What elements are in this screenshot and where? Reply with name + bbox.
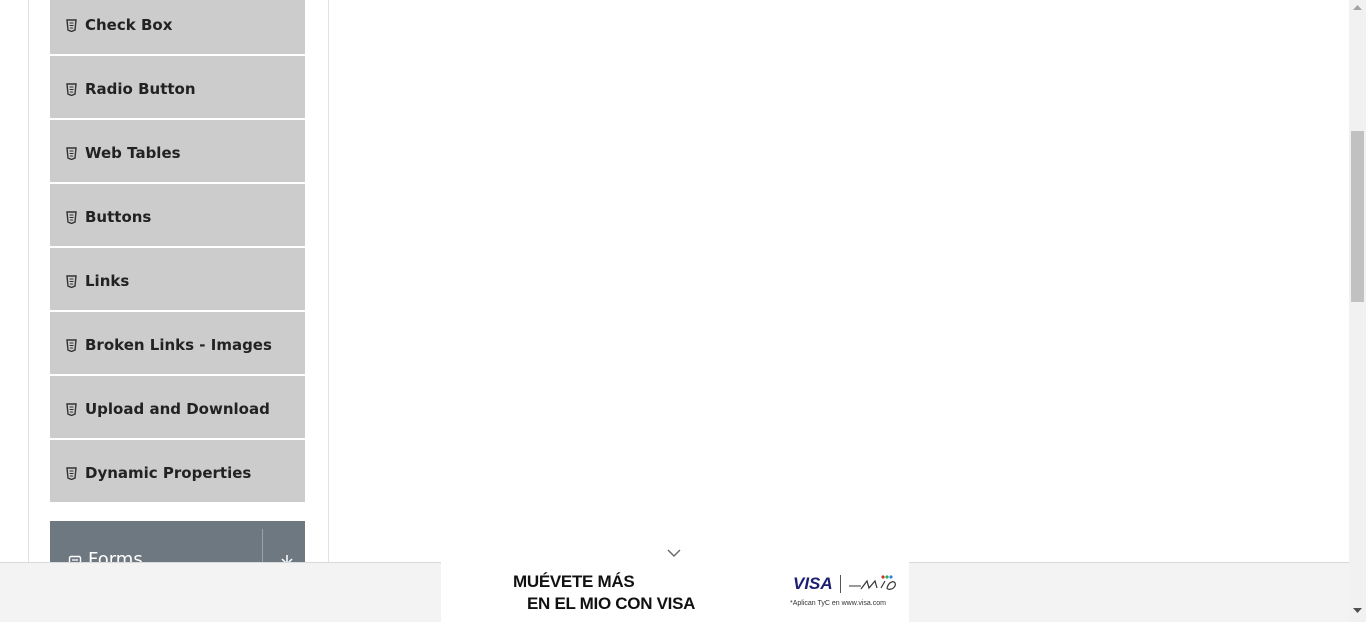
sidebar-item-label: Dynamic Properties bbox=[85, 464, 252, 482]
document-icon bbox=[65, 338, 77, 352]
sidebar-item-label: Links bbox=[85, 272, 130, 290]
sidebar-item-buttons[interactable]: Buttons bbox=[50, 184, 305, 248]
sidebar-item-broken-links-images[interactable]: Broken Links - Images bbox=[50, 312, 305, 376]
chevron-down-icon[interactable] bbox=[666, 547, 682, 559]
ad-terms-text: *Aplican TyC en www.visa.com bbox=[790, 600, 886, 607]
document-icon bbox=[65, 466, 77, 480]
document-icon bbox=[65, 274, 77, 288]
sidebar-right-border bbox=[328, 0, 329, 562]
sidebar-item-dynamic-properties[interactable]: Dynamic Properties bbox=[50, 440, 305, 504]
document-icon bbox=[65, 146, 77, 160]
mio-logo-icon bbox=[849, 575, 896, 590]
sidebar-item-label: Check Box bbox=[85, 16, 173, 34]
ad-headline: MUÉVETE MÁS EN EL MIO CON VISA bbox=[513, 571, 695, 615]
document-icon bbox=[65, 402, 77, 416]
sidebar-item-web-tables[interactable]: Web Tables bbox=[50, 120, 305, 184]
ad-headline-line2: EN EL MIO CON VISA bbox=[527, 594, 696, 613]
sidebar-menu-list: Check Box Radio Button Web Tables Button… bbox=[50, 0, 305, 504]
sidebar-item-upload-and-download[interactable]: Upload and Download bbox=[50, 376, 305, 440]
scrollbar-thumb[interactable] bbox=[1351, 131, 1364, 302]
scroll-down-arrow-icon[interactable] bbox=[1353, 608, 1362, 614]
sidebar-item-label: Buttons bbox=[85, 208, 152, 226]
ad-logo-divider bbox=[840, 575, 841, 593]
content-left-border bbox=[28, 0, 29, 562]
ad-banner[interactable]: MUÉVETE MÁS EN EL MIO CON VISA VISA *Apl… bbox=[441, 562, 909, 622]
visa-logo: VISA bbox=[793, 574, 833, 593]
sidebar-item-links[interactable]: Links bbox=[50, 248, 305, 312]
sidebar-item-label: Upload and Download bbox=[85, 400, 270, 418]
sidebar-item-check-box[interactable]: Check Box bbox=[50, 0, 305, 56]
vertical-scrollbar[interactable] bbox=[1349, 0, 1366, 622]
sidebar-item-label: Radio Button bbox=[85, 80, 196, 98]
sidebar-item-label: Web Tables bbox=[85, 144, 181, 162]
document-icon bbox=[65, 18, 77, 32]
sidebar-item-radio-button[interactable]: Radio Button bbox=[50, 56, 305, 120]
document-icon bbox=[65, 82, 77, 96]
ad-headline-line1: MUÉVETE MÁS bbox=[513, 572, 635, 591]
page-viewport: Check Box Radio Button Web Tables Button… bbox=[0, 0, 1366, 622]
scroll-up-arrow-icon[interactable] bbox=[1353, 4, 1362, 10]
document-icon bbox=[65, 210, 77, 224]
sidebar-item-label: Broken Links - Images bbox=[85, 336, 272, 354]
